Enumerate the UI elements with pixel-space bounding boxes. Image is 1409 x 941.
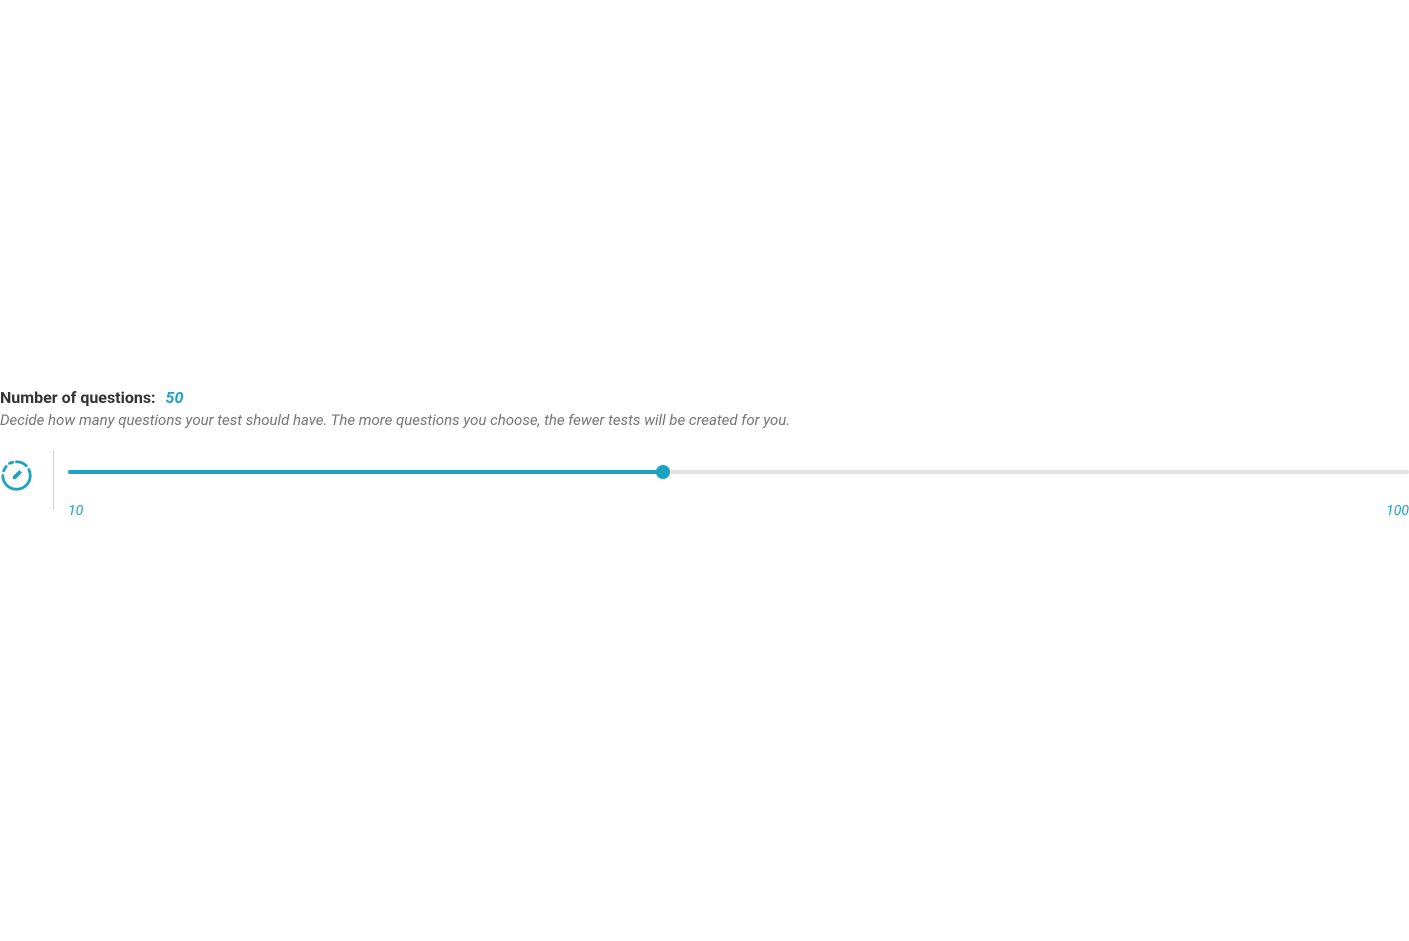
- slider-min-label: 10: [68, 503, 83, 519]
- question-count-description: Decide how many questions your test shou…: [0, 411, 1409, 429]
- slider-labels: 10 100: [68, 503, 1409, 519]
- question-count-header: Number of questions: 50: [0, 388, 1409, 407]
- edit-dashed-circle-icon: [0, 459, 33, 496]
- question-count-title: Number of questions:: [0, 388, 156, 407]
- slider-thumb[interactable]: [656, 465, 670, 479]
- question-count-slider[interactable]: [68, 465, 1409, 479]
- slider-section: 10 100: [0, 459, 1409, 519]
- slider-track-fill: [68, 470, 663, 474]
- question-count-value: 50: [166, 388, 184, 407]
- slider-max-label: 100: [1386, 503, 1409, 519]
- vertical-divider: [53, 451, 54, 509]
